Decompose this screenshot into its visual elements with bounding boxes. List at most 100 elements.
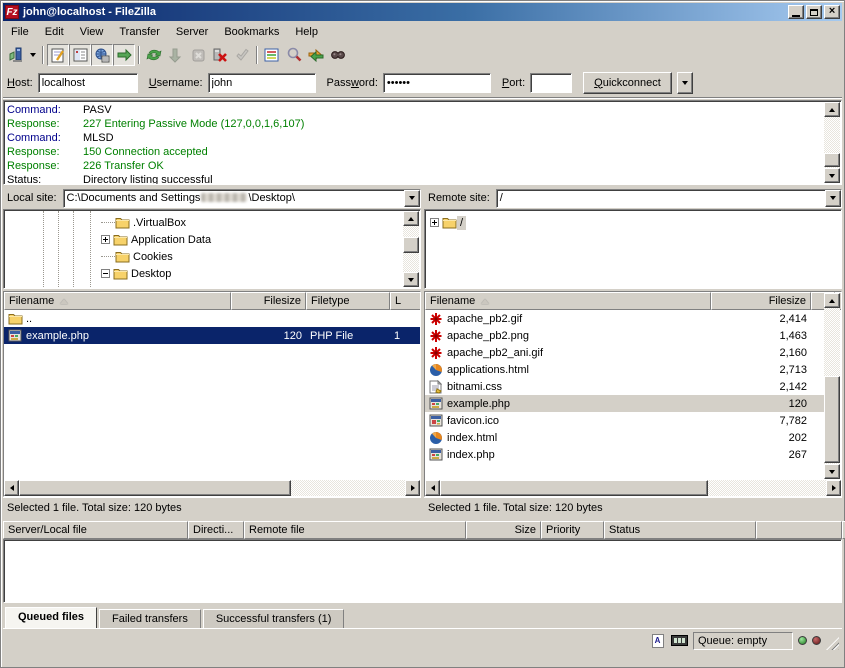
scroll-down-button[interactable]	[824, 464, 840, 479]
chevron-down-icon[interactable]	[404, 190, 420, 207]
column-header-size[interactable]: Size	[466, 521, 541, 539]
scroll-thumb[interactable]	[19, 480, 291, 496]
file-row-example-php[interactable]: example.php120	[425, 395, 825, 412]
menu-file[interactable]: File	[3, 24, 37, 40]
column-header-filename[interactable]: Filename	[4, 292, 231, 310]
file-row-applications-html[interactable]: applications.html2,713	[425, 361, 825, 378]
column-header-remote-file[interactable]: Remote file	[244, 521, 466, 539]
host-input[interactable]	[38, 73, 138, 93]
tree-item-application-data[interactable]: Application Data	[101, 231, 403, 248]
column-header-filename[interactable]: Filename	[425, 292, 711, 310]
file-row-apache_pb2-png[interactable]: apache_pb2.png1,463	[425, 327, 825, 344]
username-input[interactable]	[208, 73, 316, 93]
synchronized-browsing-button[interactable]	[305, 44, 327, 66]
file-row-example-php[interactable]: example.php120PHP File1	[4, 327, 420, 344]
local-hscrollbar[interactable]	[4, 480, 420, 496]
toggle-remote-tree-button[interactable]	[91, 44, 113, 66]
refresh-button[interactable]	[143, 44, 165, 66]
scroll-up-button[interactable]	[824, 293, 840, 308]
message-log-scrollbar[interactable]	[824, 102, 840, 183]
abort-button[interactable]	[231, 44, 253, 66]
disconnect-button[interactable]	[209, 44, 231, 66]
column-header-server-local-file[interactable]: Server/Local file	[3, 521, 188, 539]
maximize-button[interactable]	[806, 5, 822, 19]
scroll-up-button[interactable]	[824, 102, 840, 117]
scroll-right-button[interactable]	[405, 480, 420, 496]
filter-button[interactable]	[261, 44, 283, 66]
remote-status-text: Selected 1 file. Total size: 120 bytes	[424, 497, 842, 518]
expand-icon[interactable]	[101, 235, 110, 244]
menu-help[interactable]: Help	[287, 24, 326, 40]
tab-failed-transfers[interactable]: Failed transfers	[99, 609, 201, 628]
tree-item-root[interactable]: /	[430, 214, 840, 231]
file-row-bitnami-css[interactable]: bitnami.css2,142	[425, 378, 825, 395]
folder-icon	[442, 216, 457, 230]
scroll-thumb[interactable]	[403, 237, 419, 253]
column-header-priority[interactable]: Priority	[541, 521, 604, 539]
menu-edit[interactable]: Edit	[37, 24, 72, 40]
menu-transfer[interactable]: Transfer	[111, 24, 168, 40]
file-row-apache_pb2-gif[interactable]: apache_pb2.gif2,414	[425, 310, 825, 327]
port-input[interactable]	[530, 73, 572, 93]
toggle-local-tree-button[interactable]	[69, 44, 91, 66]
column-header-label: Filetype	[311, 295, 350, 307]
file-row-index-html[interactable]: index.html202	[425, 429, 825, 446]
site-manager-button[interactable]	[5, 44, 27, 66]
toggle-transfer-queue-button[interactable]	[113, 44, 135, 66]
directory-comparison-button[interactable]	[283, 44, 305, 66]
filesize: 120	[231, 330, 306, 342]
column-header-status[interactable]: Status	[604, 521, 756, 539]
column-header-directi-[interactable]: Directi...	[188, 521, 244, 539]
tree-item-desktop[interactable]: Desktop	[101, 265, 403, 282]
column-header-blank[interactable]	[756, 521, 842, 539]
transfer-type-icon[interactable]: A	[649, 633, 666, 648]
remote-hscrollbar[interactable]	[425, 480, 841, 496]
menu-server[interactable]: Server	[168, 24, 216, 40]
scroll-up-button[interactable]	[403, 211, 419, 226]
site-manager-dropdown-button[interactable]	[27, 44, 39, 66]
scroll-left-button[interactable]	[425, 480, 440, 496]
quickconnect-button[interactable]: Quickconnect	[583, 72, 672, 94]
menu-bookmarks[interactable]: Bookmarks	[216, 24, 287, 40]
minimize-button[interactable]	[788, 5, 804, 19]
file-row--[interactable]: ..	[4, 310, 420, 327]
tree-item--virtualbox[interactable]: .VirtualBox	[101, 214, 403, 231]
speedlimit-icon[interactable]	[671, 633, 688, 648]
scroll-left-button[interactable]	[4, 480, 19, 496]
column-header-filesize[interactable]: Filesize	[231, 292, 306, 310]
toggle-message-log-button[interactable]	[47, 44, 69, 66]
tab-successful-transfers-1-[interactable]: Successful transfers (1)	[203, 609, 345, 628]
scroll-thumb[interactable]	[824, 376, 840, 463]
chevron-down-icon[interactable]	[825, 190, 841, 207]
column-header-filetype[interactable]: Filetype	[306, 292, 390, 310]
tree-item-cookies[interactable]: Cookies	[101, 248, 403, 265]
scroll-right-button[interactable]	[826, 480, 841, 496]
close-button[interactable]: ×	[824, 5, 840, 19]
expand-icon[interactable]	[430, 218, 439, 227]
local-site-combobox[interactable]: C:\Documents and Settings\Desktop\	[63, 189, 421, 208]
search-button[interactable]	[327, 44, 349, 66]
process-queue-button[interactable]	[165, 44, 187, 66]
local-tree-scrollbar[interactable]	[403, 211, 419, 287]
scroll-thumb[interactable]	[824, 153, 840, 167]
file-row-favicon-ico[interactable]: favicon.ico7,782	[425, 412, 825, 429]
quickconnect-dropdown-button[interactable]	[677, 72, 693, 94]
scroll-thumb[interactable]	[440, 480, 708, 496]
column-header-l[interactable]: L	[390, 292, 421, 310]
filesize: 2,414	[711, 313, 811, 325]
tab-queued-files[interactable]: Queued files	[5, 607, 97, 628]
column-header-filesize[interactable]: Filesize	[711, 292, 811, 310]
remote-site-combobox[interactable]: /	[496, 189, 842, 208]
file-row-apache_pb2_ani-gif[interactable]: apache_pb2_ani.gif2,160	[425, 344, 825, 361]
file-row-index-php[interactable]: index.php267	[425, 446, 825, 463]
collapse-icon[interactable]	[101, 269, 110, 278]
log-text: Directory listing successful	[83, 173, 213, 185]
scroll-down-button[interactable]	[403, 272, 419, 287]
resize-grip[interactable]	[826, 637, 839, 650]
menu-view[interactable]: View	[72, 24, 112, 40]
password-input[interactable]	[383, 73, 491, 93]
remote-list-scrollbar[interactable]	[824, 293, 840, 479]
scroll-down-button[interactable]	[824, 168, 840, 183]
cancel-operation-button[interactable]	[187, 44, 209, 66]
toolbar	[3, 42, 842, 68]
